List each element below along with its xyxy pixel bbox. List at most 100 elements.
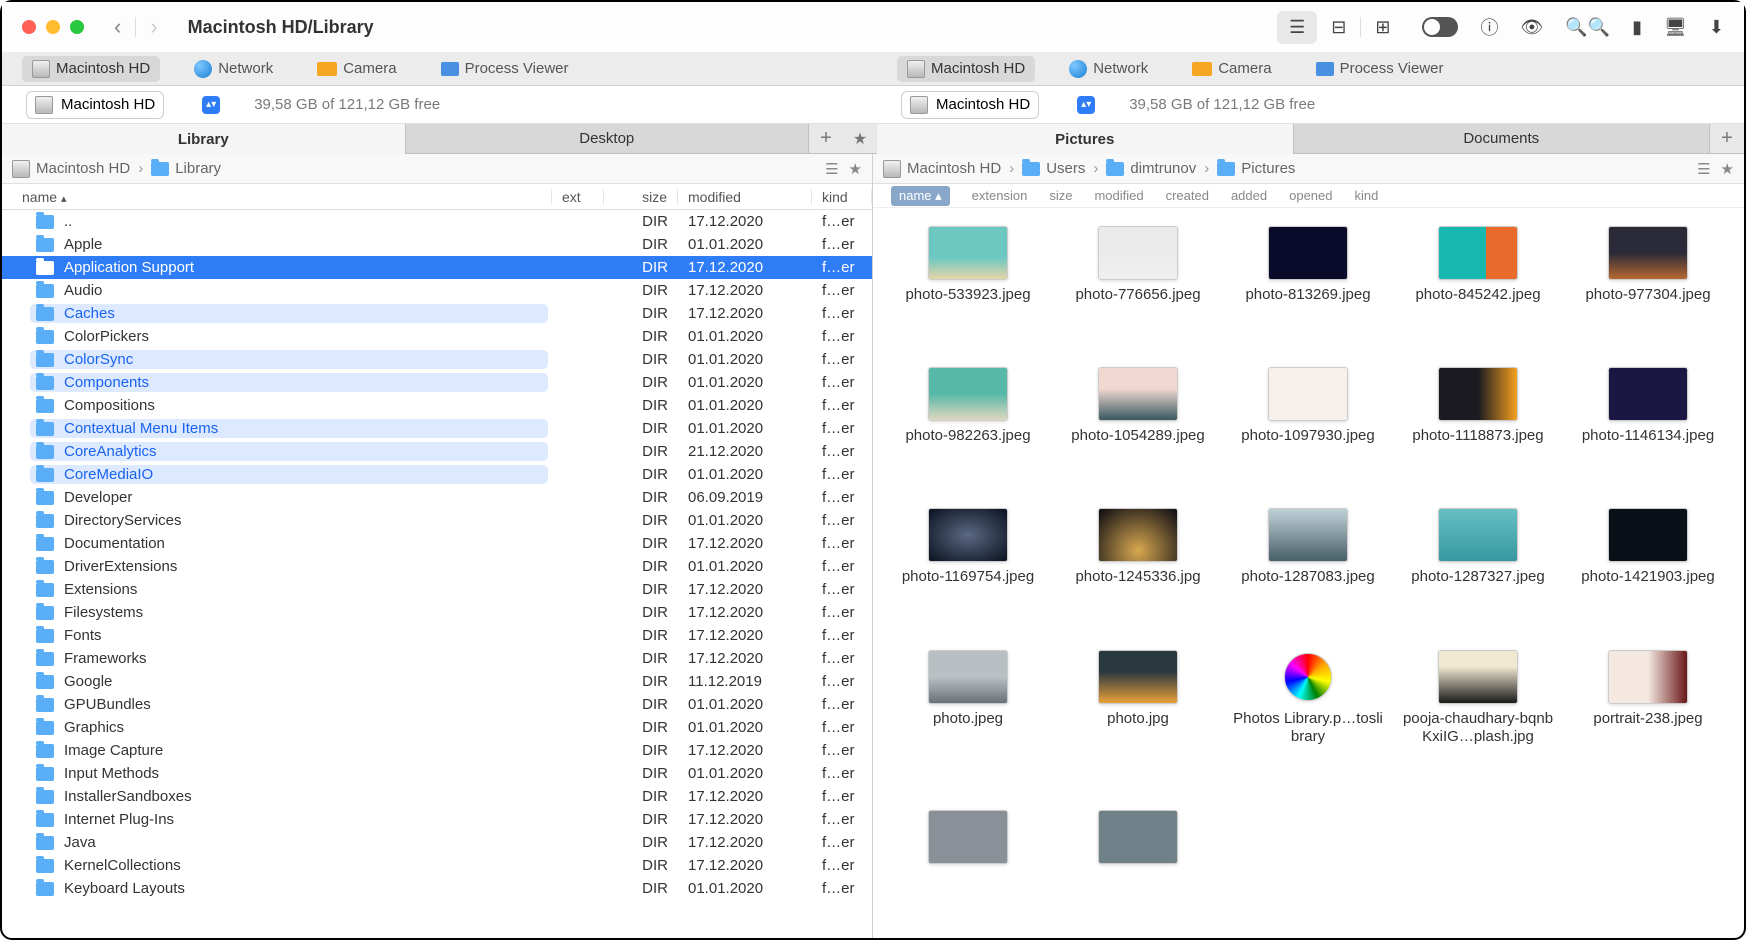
grid-item[interactable]: photo-1287083.jpeg — [1223, 508, 1393, 637]
crumb-macintosh-hd[interactable]: Macintosh HD — [883, 160, 1001, 178]
file-row[interactable]: ComponentsDIR01.01.2020f…er — [2, 371, 872, 394]
crumb-library[interactable]: Library — [151, 160, 221, 177]
crumb-pictures[interactable]: Pictures — [1217, 160, 1295, 177]
back-button[interactable]: ‹ — [114, 14, 121, 40]
toggle-switch[interactable] — [1422, 17, 1458, 37]
volume-camera[interactable]: Camera — [307, 56, 406, 81]
grid-item[interactable] — [883, 810, 1053, 920]
file-row[interactable]: GraphicsDIR01.01.2020f…er — [2, 716, 872, 739]
file-row[interactable]: Keyboard LayoutsDIR01.01.2020f…er — [2, 877, 872, 900]
file-row[interactable]: FrameworksDIR17.12.2020f…er — [2, 647, 872, 670]
volume-network[interactable]: Network — [1059, 56, 1158, 82]
file-list[interactable]: ..DIR17.12.2020f…erAppleDIR01.01.2020f…e… — [2, 210, 872, 938]
file-row[interactable]: InstallerSandboxesDIR17.12.2020f…er — [2, 785, 872, 808]
add-tab-right[interactable]: + — [1710, 124, 1744, 154]
star-icon[interactable]: ★ — [1721, 160, 1734, 178]
col-modified[interactable]: modified — [678, 189, 812, 205]
binoculars-icon[interactable]: 🔍🔍 — [1565, 17, 1610, 38]
grid-item[interactable]: pooja-chaudhary-bqnbKxiIG…plash.jpg — [1393, 650, 1563, 798]
file-row[interactable]: AudioDIR17.12.2020f…er — [2, 279, 872, 302]
list-view-icon[interactable]: ☰ — [1277, 11, 1317, 44]
grid-item[interactable]: photo-1421903.jpeg — [1563, 508, 1733, 637]
info-icon[interactable]: ⓘ — [1480, 14, 1498, 40]
grid-item[interactable]: photo-1054289.jpeg — [1053, 367, 1223, 496]
grid-item[interactable]: photo-1169754.jpeg — [883, 508, 1053, 637]
file-row[interactable]: ExtensionsDIR17.12.2020f…er — [2, 578, 872, 601]
grid-item[interactable]: photo-1097930.jpeg — [1223, 367, 1393, 496]
grid-col-name[interactable]: name ▴ — [891, 186, 950, 206]
file-row[interactable]: DriverExtensionsDIR01.01.2020f…er — [2, 555, 872, 578]
grid-item[interactable]: photo-1146134.jpeg — [1563, 367, 1733, 496]
file-row[interactable]: GPUBundlesDIR01.01.2020f…er — [2, 693, 872, 716]
grid-item[interactable]: photo-813269.jpeg — [1223, 226, 1393, 355]
grid-item[interactable]: photo-533923.jpeg — [883, 226, 1053, 355]
file-row[interactable]: DeveloperDIR06.09.2019f…er — [2, 486, 872, 509]
tab-pictures[interactable]: Pictures — [877, 124, 1294, 154]
col-size[interactable]: size — [604, 189, 678, 205]
col-ext[interactable]: ext — [552, 189, 604, 205]
grid-col-opened[interactable]: opened — [1289, 188, 1332, 203]
drive-stepper-right[interactable]: ▴▾ — [1077, 96, 1095, 114]
volume-camera[interactable]: Camera — [1182, 56, 1281, 81]
crumb-users[interactable]: Users — [1022, 160, 1085, 177]
grid-item[interactable]: photo-845242.jpeg — [1393, 226, 1563, 355]
list-mode-icon[interactable]: ☰ — [825, 160, 838, 178]
drive-selector-right[interactable]: Macintosh HD — [901, 91, 1039, 119]
volume-macintosh-hd[interactable]: Macintosh HD — [897, 56, 1035, 82]
list-mode-icon[interactable]: ☰ — [1697, 160, 1710, 178]
drive-stepper-left[interactable]: ▴▾ — [202, 96, 220, 114]
file-row[interactable]: ColorSyncDIR01.01.2020f…er — [2, 348, 872, 371]
grid-item[interactable]: portrait-238.jpeg — [1563, 650, 1733, 798]
add-tab-left[interactable]: + — [809, 124, 843, 154]
grid-item[interactable]: photo-1118873.jpeg — [1393, 367, 1563, 496]
star-icon[interactable]: ★ — [849, 160, 862, 178]
grid-item[interactable]: Photos Library.p…toslibrary — [1223, 650, 1393, 798]
col-kind[interactable]: kind — [812, 189, 872, 205]
crumb-user[interactable]: dimtrunov — [1106, 160, 1196, 177]
grid-col-created[interactable]: created — [1166, 188, 1209, 203]
grid-col-modified[interactable]: modified — [1094, 188, 1143, 203]
monitor-icon[interactable]: 🖥 — [1664, 17, 1687, 38]
grid-item[interactable]: photo.jpg — [1053, 650, 1223, 798]
eye-icon[interactable]: 👁 — [1520, 17, 1543, 38]
grid-col-size[interactable]: size — [1049, 188, 1072, 203]
icon-grid[interactable]: photo-533923.jpegphoto-776656.jpegphoto-… — [873, 208, 1744, 938]
volume-process-viewer[interactable]: Process Viewer — [1306, 56, 1454, 81]
file-row[interactable]: CoreAnalyticsDIR21.12.2020f…er — [2, 440, 872, 463]
file-row[interactable]: AppleDIR01.01.2020f…er — [2, 233, 872, 256]
file-row[interactable]: KernelCollectionsDIR17.12.2020f…er — [2, 854, 872, 877]
volume-process-viewer[interactable]: Process Viewer — [431, 56, 579, 81]
drive-selector-left[interactable]: Macintosh HD — [26, 91, 164, 119]
grid-item[interactable]: photo-977304.jpeg — [1563, 226, 1733, 355]
archive-icon[interactable]: ▮ — [1632, 17, 1642, 38]
favorite-tab-left[interactable]: ★ — [843, 124, 877, 154]
file-row[interactable]: Image CaptureDIR17.12.2020f…er — [2, 739, 872, 762]
file-row[interactable]: Input MethodsDIR01.01.2020f…er — [2, 762, 872, 785]
volume-network[interactable]: Network — [184, 56, 283, 82]
file-row[interactable]: Application SupportDIR17.12.2020f…er — [2, 256, 872, 279]
grid-item[interactable]: photo-1245336.jpg — [1053, 508, 1223, 637]
minimize-window-button[interactable] — [46, 20, 60, 34]
file-row[interactable]: CachesDIR17.12.2020f…er — [2, 302, 872, 325]
file-row[interactable]: Internet Plug-InsDIR17.12.2020f…er — [2, 808, 872, 831]
file-row[interactable]: DirectoryServicesDIR01.01.2020f…er — [2, 509, 872, 532]
file-row[interactable]: DocumentationDIR17.12.2020f…er — [2, 532, 872, 555]
file-row[interactable]: ..DIR17.12.2020f…er — [2, 210, 872, 233]
column-view-icon[interactable]: ⊟ — [1331, 17, 1346, 38]
file-row[interactable]: FontsDIR17.12.2020f…er — [2, 624, 872, 647]
download-icon[interactable]: ⬇ — [1709, 17, 1724, 38]
close-window-button[interactable] — [22, 20, 36, 34]
forward-button[interactable]: › — [150, 14, 157, 40]
grid-item[interactable]: photo-982263.jpeg — [883, 367, 1053, 496]
file-row[interactable]: JavaDIR17.12.2020f…er — [2, 831, 872, 854]
tab-library[interactable]: Library — [2, 124, 406, 154]
crumb-macintosh-hd[interactable]: Macintosh HD — [12, 160, 130, 178]
col-name[interactable]: name▴ — [2, 189, 552, 205]
file-row[interactable]: GoogleDIR11.12.2019f…er — [2, 670, 872, 693]
grid-item[interactable]: photo-1287327.jpeg — [1393, 508, 1563, 637]
tab-documents[interactable]: Documents — [1294, 124, 1711, 154]
volume-macintosh-hd[interactable]: Macintosh HD — [22, 56, 160, 82]
grid-view-icon[interactable]: ⊞ — [1375, 17, 1390, 38]
grid-col-kind[interactable]: kind — [1355, 188, 1379, 203]
grid-col-extension[interactable]: extension — [972, 188, 1028, 203]
